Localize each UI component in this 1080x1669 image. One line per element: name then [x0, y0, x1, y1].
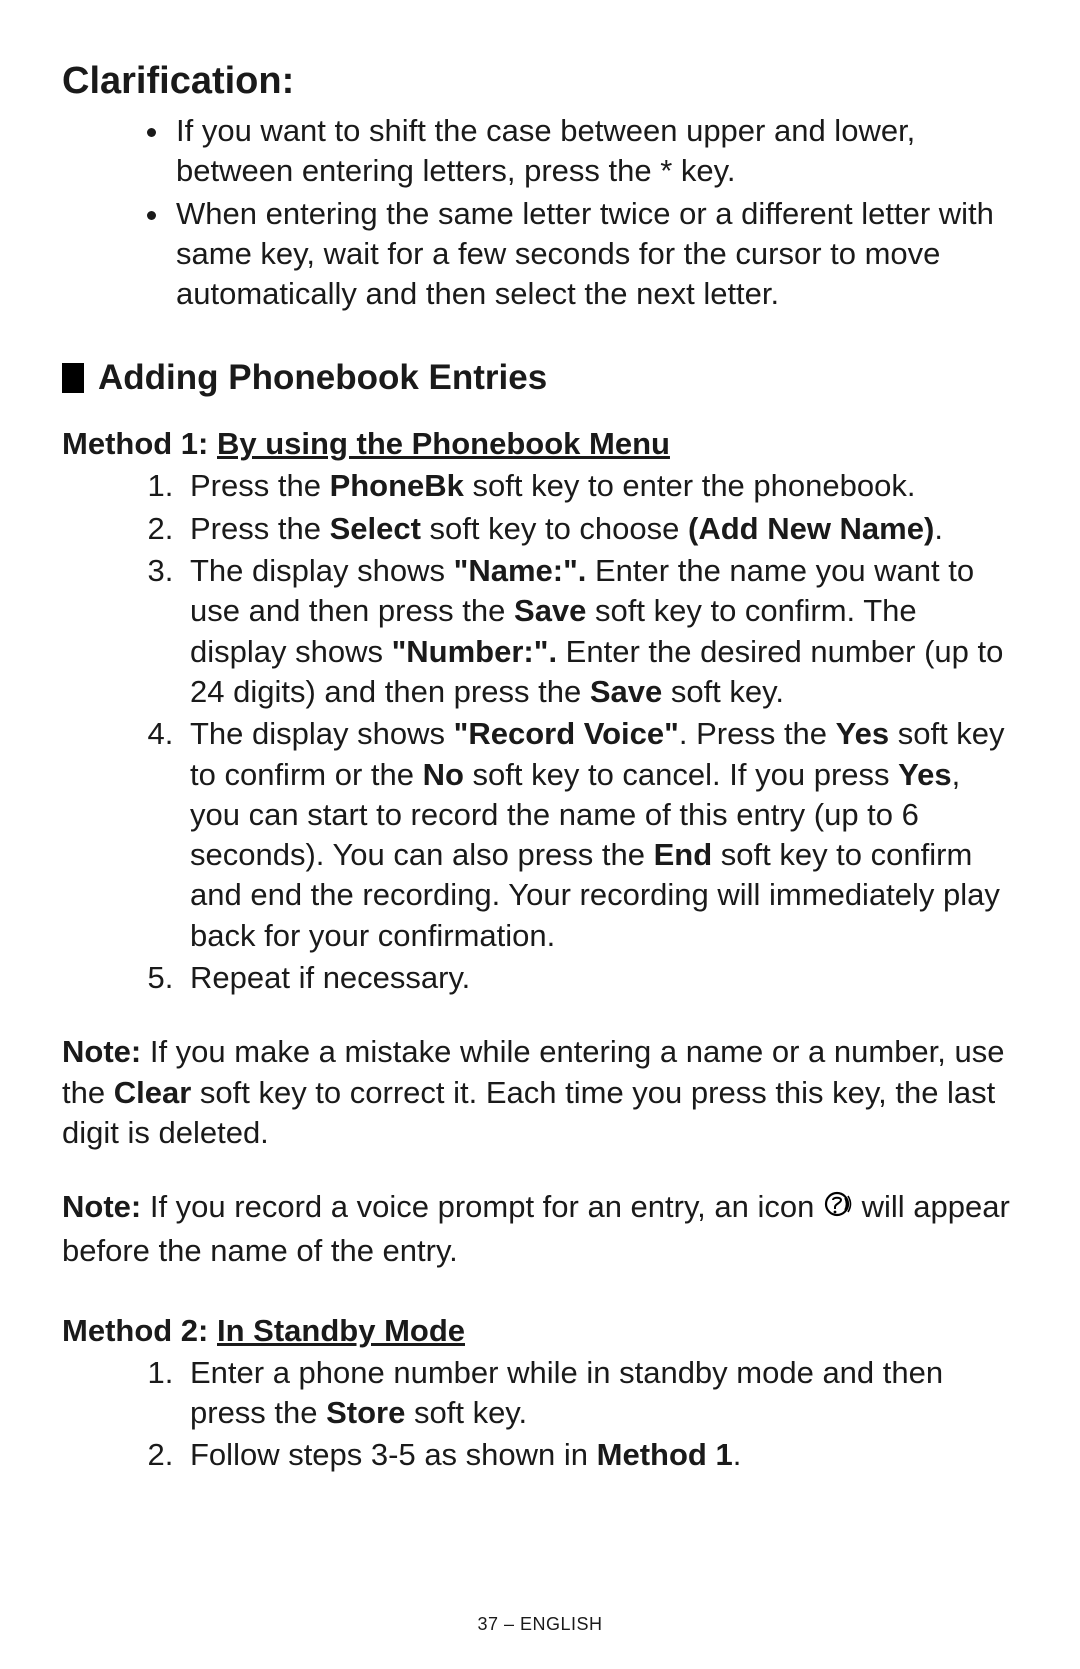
method2-title: Method 2: In Standby Mode: [62, 1313, 1018, 1349]
method1-prefix: Method 1:: [62, 426, 217, 461]
list-item: Enter a phone number while in standby mo…: [182, 1353, 1018, 1434]
softkey-name: Yes: [836, 716, 889, 751]
softkey-name: End: [654, 837, 713, 872]
text: The display shows: [190, 716, 454, 751]
method2-underline: In Standby Mode: [217, 1313, 465, 1348]
display-label: "Record Voice": [454, 716, 679, 751]
method2-prefix: Method 2:: [62, 1313, 217, 1348]
list-item: Press the Select soft key to choose (Add…: [182, 509, 1018, 549]
section-title: Adding Phonebook Entries: [98, 358, 547, 398]
text: soft key to enter the phonebook.: [464, 468, 916, 503]
clarification-bullets: If you want to shift the case between up…: [62, 111, 1018, 314]
text: Press the: [190, 511, 330, 546]
list-item: The display shows "Name:". Enter the nam…: [182, 551, 1018, 712]
softkey-name: Store: [326, 1395, 405, 1430]
text: Follow steps 3-5 as shown in: [190, 1437, 597, 1472]
list-item: Follow steps 3-5 as shown in Method 1.: [182, 1435, 1018, 1475]
text: .: [733, 1437, 742, 1472]
list-item: If you want to shift the case between up…: [172, 111, 1018, 192]
softkey-name: Save: [590, 674, 662, 709]
note-1: Note: If you make a mistake while enteri…: [62, 1032, 1018, 1153]
text: soft key.: [405, 1395, 527, 1430]
softkey-name: Select: [330, 511, 421, 546]
list-item: The display shows "Record Voice". Press …: [182, 714, 1018, 956]
method2-steps: Enter a phone number while in standby mo…: [62, 1353, 1018, 1476]
list-item: Repeat if necessary.: [182, 958, 1018, 998]
softkey-name: No: [423, 757, 464, 792]
method1-title: Method 1: By using the Phonebook Menu: [62, 426, 1018, 462]
page-footer: 37 – ENGLISH: [0, 1614, 1080, 1635]
method1-underline: By using the Phonebook Menu: [217, 426, 670, 461]
text: Press the: [190, 468, 330, 503]
display-label: "Name:".: [454, 553, 587, 588]
text: soft key to cancel. If you press: [464, 757, 898, 792]
section-marker-icon: [62, 363, 84, 393]
text: soft key.: [662, 674, 784, 709]
softkey-name: Clear: [114, 1075, 192, 1110]
softkey-name: Save: [514, 593, 586, 628]
text: If you record a voice prompt for an entr…: [141, 1189, 823, 1224]
softkey-name: PhoneBk: [330, 468, 464, 503]
method1-steps: Press the PhoneBk soft key to enter the …: [62, 466, 1018, 998]
method-ref: Method 1: [597, 1437, 733, 1472]
list-item: When entering the same letter twice or a…: [172, 194, 1018, 315]
note-label: Note:: [62, 1034, 141, 1069]
section-header: Adding Phonebook Entries: [62, 358, 1018, 398]
note-label: Note:: [62, 1189, 141, 1224]
text: soft key to correct it. Each time you pr…: [62, 1075, 995, 1150]
display-label: "Number:".: [392, 634, 557, 669]
text: .: [934, 511, 943, 546]
voice-prompt-icon: [823, 1190, 853, 1230]
list-item: Press the PhoneBk soft key to enter the …: [182, 466, 1018, 506]
note-2: Note: If you record a voice prompt for a…: [62, 1187, 1018, 1271]
softkey-name: Yes: [898, 757, 951, 792]
text: The display shows: [190, 553, 454, 588]
text: Enter a phone number while in standby mo…: [190, 1355, 943, 1430]
text: . Press the: [679, 716, 836, 751]
clarification-heading: Clarification:: [62, 60, 1018, 103]
text: soft key to choose: [421, 511, 688, 546]
option-name: (Add New Name): [688, 511, 934, 546]
